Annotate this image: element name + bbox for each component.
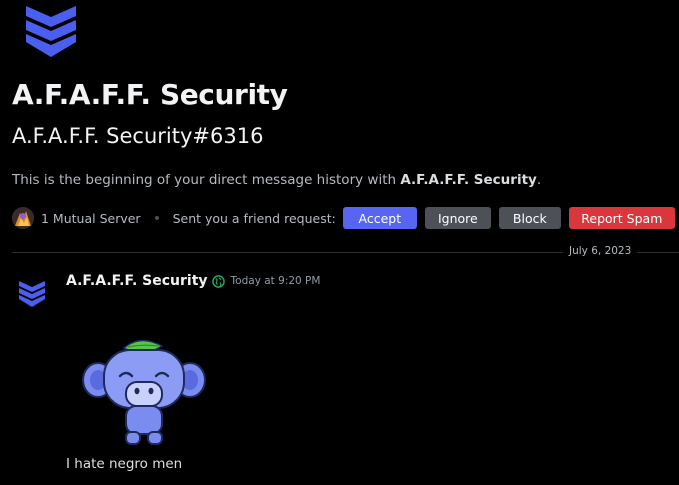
dm-intro-text: This is the beginning of your direct mes… (12, 172, 542, 188)
profile-username-tag: A.F.A.F.F. Security#6316 (12, 124, 264, 148)
accept-button[interactable]: Accept (342, 207, 417, 229)
block-button[interactable]: Block (498, 207, 561, 229)
friend-request-label: Sent you a friend request: (172, 210, 336, 226)
divider-date: July 6, 2023 (563, 245, 638, 257)
friend-request-bar: 1 Mutual Server Sent you a friend reques… (12, 205, 679, 231)
message-author-name[interactable]: A.F.A.F.F. Security (66, 273, 208, 289)
dm-intro-name: A.F.A.F.F. Security (400, 172, 537, 188)
ignore-button[interactable]: Ignore (424, 207, 491, 229)
server-logo-icon (26, 6, 76, 57)
profile-display-name: A.F.A.F.F. Security (12, 78, 288, 111)
message-text: I hate negro men (66, 456, 183, 472)
mutual-server-avatar[interactable] (12, 207, 34, 229)
message-timestamp: Today at 9:20 PM (230, 275, 321, 287)
separator-dot (154, 216, 159, 220)
wumpus-sticker[interactable] (80, 336, 208, 448)
message-author-avatar[interactable] (14, 274, 50, 310)
message-header: A.F.A.F.F. Security Today at 9:20 PM (66, 273, 320, 289)
globe-icon (211, 274, 225, 288)
mutual-server-count[interactable]: 1 Mutual Server (41, 211, 141, 226)
report-spam-button[interactable]: Report Spam (568, 207, 675, 229)
